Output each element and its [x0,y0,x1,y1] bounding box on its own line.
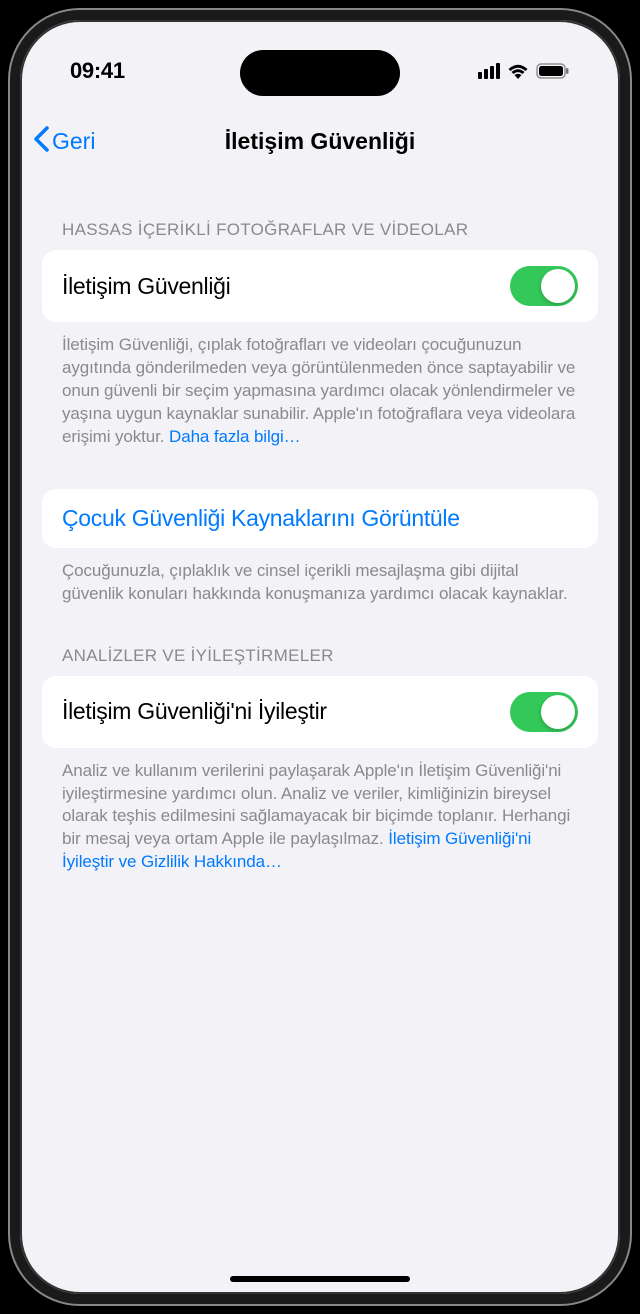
communication-safety-row: İletişim Güvenliği [42,250,598,322]
status-icons [478,63,570,79]
section-header-analytics: ANALİZLER VE İYİLEŞTİRMELER [42,646,598,676]
learn-more-link[interactable]: Daha fazla bilgi… [169,427,301,446]
footer-text: İletişim Güvenliği, çıplak fotoğrafları … [62,335,575,446]
status-time: 09:41 [70,58,125,84]
content-area: HASSAS İÇERİKLİ FOTOĞRAFLAR VE VİDEOLAR … [20,170,620,1294]
wifi-icon [507,63,529,79]
communication-safety-label: İletişim Güvenliği [62,273,230,300]
improve-safety-row: İletişim Güvenliği'ni İyileştir [42,676,598,748]
section-footer-analytics: Analiz ve kullanım verilerini paylaşarak… [42,758,598,875]
section-header-photos: HASSAS İÇERİKLİ FOTOĞRAFLAR VE VİDEOLAR [42,220,598,250]
navigation-bar: Geri İletişim Güvenliği [20,112,620,170]
view-resources-link: Çocuk Güvenliği Kaynaklarını Görüntüle [62,505,460,532]
cellular-signal-icon [478,63,500,79]
footer-text: Çocuğunuzla, çıplaklık ve cinsel içerikl… [62,561,568,603]
communication-safety-toggle[interactable] [510,266,578,306]
battery-icon [536,63,570,79]
page-title: İletişim Güvenliği [225,128,415,155]
improve-safety-toggle[interactable] [510,692,578,732]
improve-safety-label: İletişim Güvenliği'ni İyileştir [62,698,327,725]
toggle-knob [541,269,575,303]
toggle-knob [541,695,575,729]
chevron-left-icon [32,125,50,158]
back-button[interactable]: Geri [32,125,95,158]
view-resources-row[interactable]: Çocuk Güvenliği Kaynaklarını Görüntüle [42,489,598,548]
home-indicator[interactable] [230,1276,410,1282]
dynamic-island [240,50,400,96]
phone-frame: 09:41 [10,10,630,1304]
section-footer-resources: Çocuğunuzla, çıplaklık ve cinsel içerikl… [42,558,598,606]
back-label: Geri [52,128,95,155]
section-footer-photos: İletişim Güvenliği, çıplak fotoğrafları … [42,332,598,449]
